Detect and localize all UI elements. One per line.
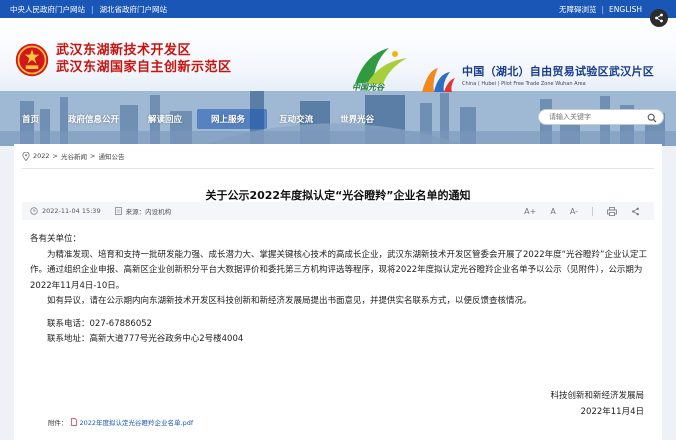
separator: |	[601, 4, 605, 14]
link-central-gov[interactable]: 中央人民政府门户网站	[10, 4, 85, 15]
link-hubei-gov[interactable]: 湖北省政府门户网站	[100, 4, 168, 15]
contact-address: 联系地址：高新大道777号光谷政务中心2号楼4004	[47, 334, 244, 344]
share-button[interactable]	[650, 9, 668, 27]
nav-online-service[interactable]: 网上服务	[197, 109, 268, 129]
attachment: 附件： 2022年度拟认定光谷瞪羚企业名单.pdf	[48, 417, 193, 427]
org-title-line2: 武汉东湖国家自主创新示范区	[56, 60, 232, 75]
clock-icon	[30, 207, 38, 215]
salutation: 各有关单位：	[30, 234, 82, 244]
search-box	[538, 109, 664, 125]
nav-gov-info[interactable]: 政府信息公开	[54, 109, 134, 129]
article-source: 来源：内设机构	[125, 208, 172, 216]
share-icon[interactable]	[631, 207, 640, 216]
signature-block: 科技创新和新经济发展局 2022年11月4日	[550, 389, 644, 420]
paragraph: 如有异议，请在公示期内向东湖新技术开发区科技创新和新经济发展局提出书面意见，并提…	[47, 296, 532, 306]
org-title-line1: 武汉东湖新技术开发区	[56, 43, 192, 58]
contact-phone: 联系电话：027-67886052	[47, 318, 153, 329]
article-meta-bar: 2022-11-04 15:39 来源：内设机构 A+ A A-	[22, 202, 654, 220]
breadcrumb-separator: >	[90, 152, 96, 160]
ftz-logo	[422, 68, 455, 92]
font-larger-button[interactable]: A+	[524, 207, 536, 216]
national-emblem-logo	[15, 43, 49, 77]
breadcrumb-item[interactable]: 2022	[33, 152, 50, 160]
publish-date: 2022-11-04 15:39	[42, 207, 101, 215]
article-body: 各有关单位： 为精准发现、培育和支持一批研发能力强、成长潜力大、掌握关键核心技术…	[30, 232, 648, 348]
paragraph: 为精准发现、培育和支持一批研发能力强、成长潜力大、掌握关键核心技术的高成长企业，…	[30, 249, 647, 291]
separator: |	[91, 4, 94, 14]
breadcrumb-item[interactable]: 通知公告	[98, 151, 124, 161]
nav-interaction[interactable]: 互动交流	[267, 109, 328, 129]
breadcrumb-item[interactable]: 光谷新闻	[61, 151, 87, 161]
article-tools: A+ A A-	[524, 202, 640, 220]
breadcrumb: 2022 > 光谷新闻 > 通知公告	[22, 151, 124, 161]
english-link[interactable]: ENGLISH	[609, 5, 642, 14]
attachment-link[interactable]: 2022年度拟认定光谷瞪羚企业名单.pdf	[80, 417, 194, 427]
document-icon	[114, 207, 122, 215]
optics-valley-logo-text: 中国光谷	[352, 83, 384, 92]
search-input[interactable]	[549, 113, 649, 121]
attachment-label: 附件：	[48, 419, 68, 427]
location-pin-icon	[22, 151, 30, 161]
contact-info: 联系电话：027-67886052 联系地址：高新大道777号光谷政务中心2号楼…	[30, 317, 648, 348]
article-title: 关于公示2022年度拟认定“光谷瞪羚”企业名单的通知	[205, 189, 471, 202]
ftz-title: 中国（湖北）自由贸易试验区武汉片区	[462, 65, 655, 78]
top-utility-bar: 中央人民政府门户网站 | 湖北省政府门户网站 无障碍浏览 | ENGLISH	[0, 0, 676, 18]
nav-world-optics[interactable]: 世界光谷	[328, 109, 389, 129]
share-icon	[655, 13, 663, 23]
nav-home[interactable]: 首页	[16, 109, 54, 129]
breadcrumb-separator: >	[52, 152, 58, 160]
sign-date: 2022年11月4日	[580, 406, 644, 417]
pdf-file-icon	[70, 418, 77, 426]
search-icon[interactable]	[647, 113, 657, 123]
accessibility-link[interactable]: 无障碍浏览	[559, 4, 597, 15]
nav-interpretation[interactable]: 解读回应	[134, 109, 197, 129]
print-icon[interactable]	[607, 206, 617, 216]
org-title: 武汉东湖新技术开发区 武汉东湖国家自主创新示范区	[56, 42, 232, 76]
divider	[22, 168, 654, 169]
ftz-subtitle: China ( Hubei ) Pilot Free Trade Zone Wu…	[462, 81, 586, 87]
font-normal-button[interactable]: A	[550, 207, 555, 216]
divider	[592, 206, 593, 216]
signer: 科技创新和新经济发展局	[550, 391, 644, 401]
site-banner: 武汉东湖新技术开发区 武汉东湖国家自主创新示范区 中国光谷 中国（湖北）自由贸易…	[0, 18, 676, 146]
font-smaller-button[interactable]: A-	[570, 207, 578, 216]
article-panel: 2022 > 光谷新闻 > 通知公告 关于公示2022年度拟认定“光谷瞪羚”企业…	[14, 144, 662, 440]
